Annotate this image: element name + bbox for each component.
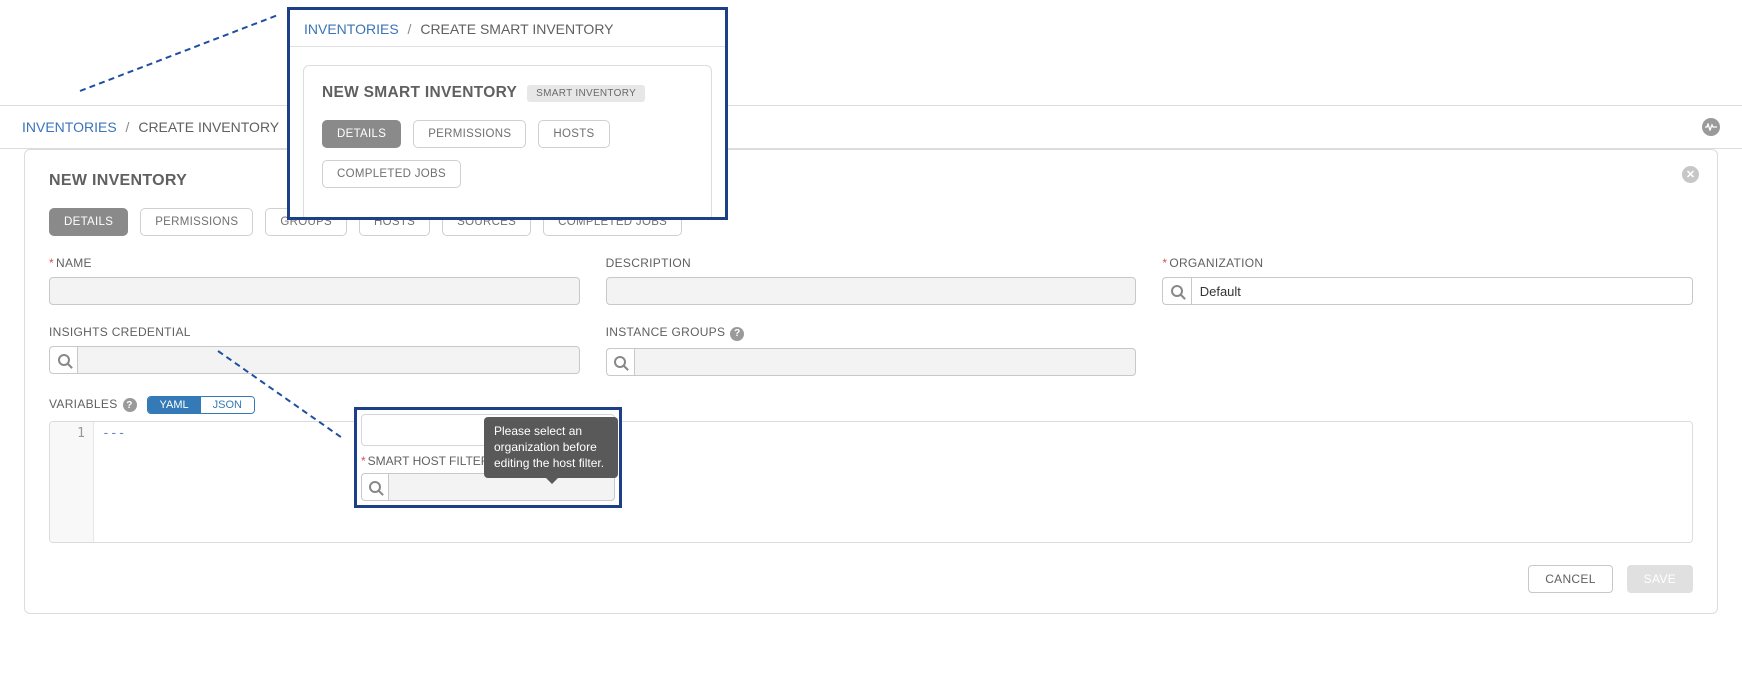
search-icon: [1171, 285, 1183, 297]
tab-hosts[interactable]: HOSTS: [538, 120, 609, 148]
tab-completed-jobs[interactable]: COMPLETED JOBS: [322, 160, 461, 188]
instance-groups-input[interactable]: [634, 348, 1136, 376]
help-icon[interactable]: ?: [123, 398, 137, 412]
insights-label: INSIGHTS CREDENTIAL: [49, 325, 580, 339]
callout-smart-inventory: INVENTORIES / CREATE SMART INVENTORY NEW…: [287, 7, 728, 220]
help-icon[interactable]: ?: [730, 327, 744, 341]
organization-input[interactable]: [1191, 277, 1693, 305]
new-inventory-card: ✕ NEW INVENTORY DETAILS PERMISSIONS GROU…: [24, 149, 1718, 614]
breadcrumb-separator: /: [408, 21, 412, 37]
variables-label: VARIABLES?: [49, 397, 137, 413]
breadcrumb-inventories-link[interactable]: INVENTORIES: [22, 119, 117, 135]
panel-title: NEW SMART INVENTORY: [322, 84, 517, 102]
instance-groups-label: INSTANCE GROUPS?: [606, 325, 1137, 341]
breadcrumb-separator: /: [126, 119, 130, 135]
organization-label: *ORGANIZATION: [1162, 256, 1693, 270]
organization-lookup-button[interactable]: [1162, 277, 1190, 305]
description-input[interactable]: [606, 277, 1137, 305]
json-toggle[interactable]: JSON: [201, 397, 254, 413]
smart-inventory-badge: SMART INVENTORY: [527, 85, 645, 102]
code-content: ---: [94, 422, 1692, 542]
breadcrumb: INVENTORIES / CREATE INVENTORY: [22, 119, 279, 135]
cancel-button[interactable]: CANCEL: [1528, 565, 1612, 593]
name-input[interactable]: [49, 277, 580, 305]
smart-inventory-tabs: DETAILS PERMISSIONS HOSTS COMPLETED JOBS: [322, 120, 693, 188]
main-breadcrumb-bar: INVENTORIES / CREATE INVENTORY: [0, 105, 1742, 149]
tab-details[interactable]: DETAILS: [322, 120, 401, 148]
insights-input[interactable]: [77, 346, 579, 374]
search-icon: [614, 356, 626, 368]
smart-host-filter-lookup-button[interactable]: [361, 473, 388, 501]
format-toggle: YAML JSON: [147, 396, 255, 414]
name-label: *NAME: [49, 256, 580, 270]
tab-permissions[interactable]: PERMISSIONS: [413, 120, 526, 148]
save-button[interactable]: SAVE: [1627, 565, 1693, 593]
tab-details[interactable]: DETAILS: [49, 208, 128, 236]
breadcrumb-current: CREATE INVENTORY: [138, 119, 279, 135]
tooltip: Please select an organization before edi…: [484, 417, 618, 478]
breadcrumb-inventories-link[interactable]: INVENTORIES: [304, 21, 399, 37]
search-icon: [58, 354, 70, 366]
activity-stream-icon[interactable]: [1702, 118, 1720, 136]
close-icon[interactable]: ✕: [1682, 166, 1699, 183]
code-gutter: 1: [50, 422, 94, 542]
description-label: DESCRIPTION: [606, 256, 1137, 270]
yaml-toggle[interactable]: YAML: [148, 397, 201, 413]
insights-lookup-button[interactable]: [49, 346, 77, 374]
tab-permissions[interactable]: PERMISSIONS: [140, 208, 253, 236]
search-icon: [369, 481, 381, 493]
breadcrumb: INVENTORIES / CREATE SMART INVENTORY: [290, 10, 725, 47]
instance-groups-lookup-button[interactable]: [606, 348, 634, 376]
breadcrumb-current: CREATE SMART INVENTORY: [420, 21, 613, 37]
variables-editor[interactable]: 1 ---: [49, 421, 1693, 543]
